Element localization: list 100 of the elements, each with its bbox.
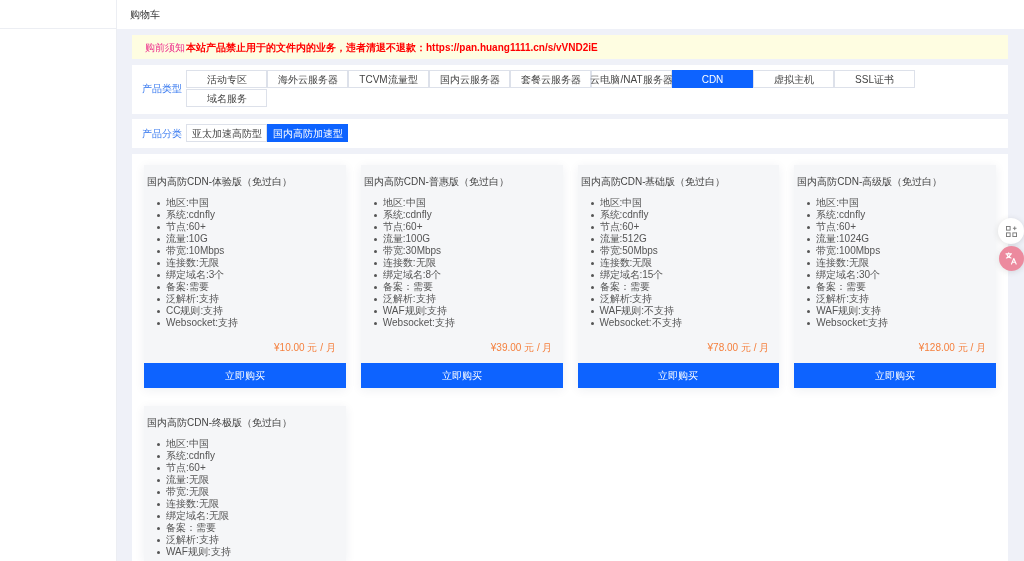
feature-text: WAF规则:支持 [166,546,231,558]
bullet-icon [373,273,377,277]
bullet-icon [807,297,811,301]
feature-text: 系统:cdnfly [599,209,649,221]
product-type-tab[interactable]: 云电脑/NAT服务器 [591,70,672,88]
feature-text: 带宽:10Mbps [166,245,225,257]
feature-text: 备案:需要 [166,281,209,293]
feature-text: 备案：需要 [166,522,216,534]
bullet-icon [157,490,160,494]
feature-text: 地区:中国 [599,197,643,209]
bullet-icon [157,502,160,506]
category-tab[interactable]: 国内高防加速型 [267,124,348,142]
buy-button[interactable]: 立即购买 [794,363,996,388]
product-type-tab[interactable]: 虚拟主机 [753,70,834,88]
feature-text: WAF规则:支持 [816,305,881,317]
feature-text: 地区:中国 [816,197,860,209]
bullet-icon [157,285,160,289]
product-title: 国内高防CDN-基础版（免过白） [580,175,727,189]
feature-text: 连接数:无限 [816,257,870,269]
bullet-icon [590,261,594,265]
feature-text: 流量:10G [166,233,208,245]
price-text: ¥10.00 元 / 月 [274,341,336,355]
bullet-icon [157,514,160,518]
feature-text: Websocket:支持 [166,317,239,329]
page-title: 购物车 [130,8,160,22]
feature-text: 绑定域名:3个 [166,269,225,281]
bullet-icon [373,201,377,205]
feature-text: Websocket:不支持 [599,317,682,329]
product-type-tab[interactable]: 活动专区 [186,70,267,88]
bullet-icon [157,237,160,241]
feature-text: 流量:100G [382,233,430,245]
product-type-tab[interactable]: 套餐云服务器 [510,70,591,88]
buy-button[interactable]: 立即购买 [577,363,780,388]
product-type-tab[interactable]: 域名服务 [186,89,267,107]
bullet-icon [373,249,377,253]
feature-text: 系统:cdnfly [382,209,432,221]
product-type-tab[interactable]: TCVM流量型 [348,70,429,88]
bullet-icon [807,321,811,325]
feature-text: 流量:512G [599,233,647,245]
product-type-tab[interactable]: SSL证书 [834,70,915,88]
apps-icon[interactable] [998,218,1024,244]
bullet-icon [157,261,160,265]
bullet-icon [807,225,811,229]
feature-text: 节点:60+ [816,221,856,233]
bullet-icon [373,225,377,229]
translate-icon[interactable] [999,246,1024,271]
feature-text: 节点:60+ [166,462,206,474]
product-type-tab[interactable]: 海外云服务器 [267,70,348,88]
feature-text: 地区:中国 [166,438,209,450]
feature-text: 系统:cdnfly [166,209,215,221]
product-type-tab[interactable]: CDN [672,70,753,88]
feature-text: 节点:60+ [382,221,423,233]
feature-text: 泛解析:支持 [599,293,653,305]
bullet-icon [157,538,160,542]
buy-button[interactable]: 立即购买 [144,363,346,388]
product-title: 国内高防CDN-体验版（免过白） [147,175,293,189]
feature-text: 备案：需要 [382,281,433,293]
bullet-icon [157,550,160,554]
buy-button[interactable]: 立即购买 [360,363,563,388]
feature-text: 系统:cdnfly [166,450,215,462]
bullet-icon [807,201,811,205]
feature-text: WAF规则:不支持 [599,305,675,317]
feature-text: 绑定域名:30个 [816,269,881,281]
bullet-icon [590,249,594,253]
feature-text: 地区:中国 [166,197,209,209]
bullet-icon [807,213,811,217]
feature-text: 绑定域名:15个 [599,269,664,281]
bullet-icon [373,321,377,325]
bullet-icon [807,285,811,289]
product-type-tab[interactable]: 国内云服务器 [429,70,510,88]
feature-text: Websocket:支持 [382,317,455,329]
price-text: ¥78.00 元 / 月 [707,341,770,355]
feature-text: 带宽:30Mbps [382,245,442,257]
bullet-icon [157,297,160,301]
bullet-icon [807,273,811,277]
bullet-icon [373,261,377,265]
bullet-icon [807,237,811,241]
bullet-icon [373,285,377,289]
bullet-icon [590,201,594,205]
feature-text: 连接数:无限 [382,257,436,269]
feature-text: 流量:无限 [166,474,209,486]
feature-text: 系统:cdnfly [816,209,866,221]
bullet-icon [157,526,160,530]
product-title: 国内高防CDN-终极版（免过白） [147,416,293,430]
notice-label: 购前须知 [145,40,186,55]
feature-text: 节点:60+ [599,221,640,233]
bullet-icon [807,249,811,253]
feature-text: 备案：需要 [599,281,650,293]
product-title: 国内高防CDN-普惠版（免过白） [363,175,510,189]
bullet-icon [157,442,160,446]
price-text: ¥128.00 元 / 月 [918,341,986,355]
bullet-icon [590,297,594,301]
category-tab[interactable]: 亚太加速高防型 [186,124,267,142]
bullet-icon [807,261,811,265]
notice-text: 本站产品禁止用于的文件内的业务，违者清退不退款：https://pan.huang1111.cn/s/vVND2iE [186,40,598,55]
feature-text: 泛解析:支持 [166,293,219,305]
product-title: 国内高防CDN-高级版（免过白） [797,175,944,189]
bullet-icon [590,309,594,313]
bullet-icon [373,297,377,301]
bullet-icon [157,309,160,313]
